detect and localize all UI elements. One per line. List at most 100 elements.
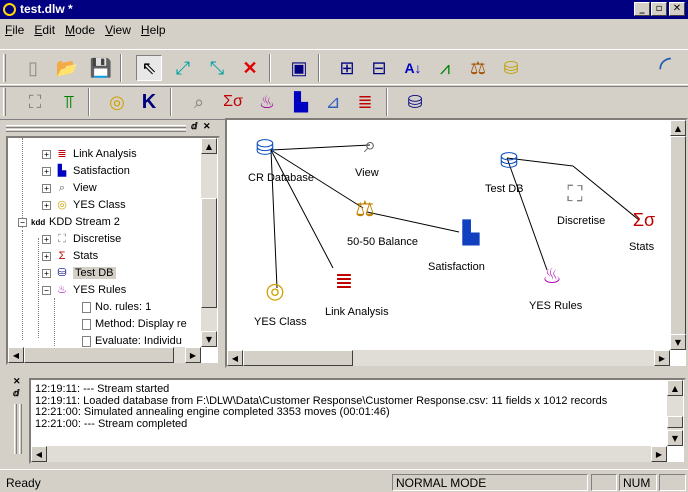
canvas-vscroll-thumb[interactable] xyxy=(670,136,686,336)
menu-edit[interactable]: Edit xyxy=(29,20,60,40)
minimize-button[interactable]: _ xyxy=(634,2,650,16)
delete-icon[interactable]: ✕ xyxy=(237,55,263,81)
log-text: 12:19:11: --- Stream started 12:19:11: L… xyxy=(35,384,655,430)
tree-vscrollbar[interactable]: ▲ ▼ xyxy=(201,138,217,347)
canvas-hscroll-thumb[interactable] xyxy=(243,350,353,366)
log-hscrollbar[interactable]: ◀ ▶ xyxy=(31,446,667,462)
scroll-up-button[interactable]: ▲ xyxy=(201,138,217,154)
tree-hscrollbar[interactable]: ◀ ▶ xyxy=(8,347,201,363)
node-label-stats: Stats xyxy=(629,241,655,253)
save-icon[interactable]: 💾 xyxy=(88,55,114,81)
menu-file[interactable]: File xyxy=(0,20,29,40)
log-scroll-right[interactable]: ▶ xyxy=(651,446,667,462)
tree-panel-header[interactable]: ⅆ ✕ xyxy=(4,121,220,134)
log-panel-controls: ✕ ⅆ xyxy=(11,376,25,406)
menu-view[interactable]: View xyxy=(100,20,136,40)
disconnect-icon[interactable]: ⤡ xyxy=(204,55,230,81)
copy-icon[interactable]: ▣ xyxy=(286,55,312,81)
columns-icon[interactable]: ⊟ xyxy=(366,55,392,81)
k-means-icon[interactable]: K xyxy=(136,89,162,115)
db-export-icon[interactable]: ⛁ xyxy=(498,55,524,81)
status-num: NUM xyxy=(619,474,657,491)
balance-node-icon[interactable]: ⚖ xyxy=(347,194,383,224)
panel-close-icon[interactable]: ✕ xyxy=(203,121,211,132)
node-label-view: View xyxy=(355,167,379,179)
status-panel-empty-2 xyxy=(659,474,686,491)
stats-node-icon[interactable]: Σσ xyxy=(627,204,661,236)
sort-icon[interactable]: A↓ xyxy=(400,55,426,81)
pin-icon[interactable]: ⅆ xyxy=(191,121,197,132)
tree-item-satisfaction[interactable]: + ▙ Satisfaction xyxy=(42,163,130,179)
yes-class-tool-icon[interactable]: ◎ xyxy=(104,89,130,115)
canvas-scroll-right[interactable]: ▶ xyxy=(654,350,670,366)
table-icon[interactable]: ⊞ xyxy=(334,55,360,81)
scroll-right-button[interactable]: ▶ xyxy=(185,347,201,363)
discretise-icon: ⛶ xyxy=(58,232,66,245)
yes-class-node-icon[interactable]: ◎ xyxy=(258,275,292,307)
scroll-left-button[interactable]: ◀ xyxy=(8,347,24,363)
kdd-stream-icon: kdd xyxy=(31,217,46,227)
canvas-scroll-down[interactable]: ▼ xyxy=(670,334,686,350)
connect-icon[interactable]: ⤢ xyxy=(170,55,196,81)
stream-canvas[interactable]: ⛁ CR Database ⌕ View ⚖ 50-50 Balance ▙ S… xyxy=(225,118,688,368)
link-analysis-tool-icon[interactable]: ≣ xyxy=(352,89,378,115)
tree-item-discretise[interactable]: + ⛶ Discretise xyxy=(42,231,121,247)
pointer-icon[interactable]: ⇖ xyxy=(136,55,162,81)
tree-item-stats[interactable]: + Σ Stats xyxy=(42,248,98,264)
title-bar[interactable]: test.dlw * _ ▫ ✕ xyxy=(0,0,688,19)
new-icon[interactable]: ▯ xyxy=(20,55,46,81)
discretise-tool-icon[interactable]: ⛶ xyxy=(22,89,48,115)
scroll-thumb[interactable] xyxy=(201,198,217,308)
satisfaction-node-icon[interactable]: ▙ xyxy=(454,218,488,248)
canvas-scroll-up[interactable]: ▲ xyxy=(670,120,686,136)
canvas-scroll-left[interactable]: ◀ xyxy=(227,350,243,366)
log-scroll-up[interactable]: ▲ xyxy=(667,380,683,396)
scatter-tool-icon[interactable]: ⊿ xyxy=(320,89,346,115)
canvas-hscrollbar[interactable]: ◀ ▶ xyxy=(227,350,670,366)
yes-rules-node-icon[interactable]: ♨ xyxy=(535,260,569,292)
log-view: 12:19:11: --- Stream started 12:19:11: L… xyxy=(29,378,686,464)
node-label-discretise: Discretise xyxy=(557,215,606,227)
toolbar-grip[interactable] xyxy=(3,54,6,82)
rules-tool-icon[interactable]: ♨ xyxy=(254,89,280,115)
tree-item-link-analysis[interactable]: + ≣ Link Analysis xyxy=(42,146,137,162)
tree-item-yes-class[interactable]: + ◎ YES Class xyxy=(42,197,126,213)
log-vscrollbar[interactable]: ▲ ▼ xyxy=(667,380,683,446)
canvas-vscrollbar[interactable]: ▲ ▼ xyxy=(670,120,686,350)
menu-mode[interactable]: Mode xyxy=(60,20,100,40)
tree-item-view[interactable]: + ⌕ View xyxy=(42,180,97,196)
log-pin-icon[interactable]: ⅆ xyxy=(13,388,19,399)
tree-item-no-rules[interactable]: No. rules: 1 xyxy=(82,299,151,315)
chart-icon[interactable]: ⩘ xyxy=(432,55,458,81)
database-tool-icon[interactable]: ⛁ xyxy=(402,89,428,115)
close-button[interactable]: ✕ xyxy=(669,2,685,16)
log-close-icon[interactable]: ✕ xyxy=(13,376,21,387)
scroll-down-button[interactable]: ▼ xyxy=(201,331,217,347)
log-scroll-thumb[interactable] xyxy=(667,416,683,428)
tree-item-kdd-stream-2[interactable]: − kdd KDD Stream 2 xyxy=(18,214,120,230)
doc-icon xyxy=(82,301,91,313)
status-panel-empty xyxy=(591,474,617,491)
menu-help[interactable]: Help xyxy=(136,20,171,40)
tree-item-test-db[interactable]: + ⛁ Test DB xyxy=(42,265,116,281)
stats-tool-icon[interactable]: Σσ xyxy=(220,89,246,115)
balance-icon[interactable]: ⚖ xyxy=(465,55,491,81)
hscroll-thumb[interactable] xyxy=(24,347,174,363)
maximize-button[interactable]: ▫ xyxy=(651,2,667,16)
open-folder-icon[interactable]: 📂 xyxy=(54,55,80,81)
tree-item-yes-rules[interactable]: − ♨ YES Rules xyxy=(42,282,126,298)
test-db-node-icon[interactable]: ⛁ xyxy=(491,145,527,177)
discretise-node-icon[interactable]: ⛶ xyxy=(557,178,593,210)
link-analysis-icon: ≣ xyxy=(57,147,67,160)
bar-chart-tool-icon[interactable]: ▙ xyxy=(288,89,314,115)
cr-database-icon[interactable]: ⛁ xyxy=(247,132,283,164)
tree-item-method[interactable]: Method: Display re xyxy=(82,316,187,332)
toolbar-grip-2[interactable] xyxy=(3,88,6,116)
link-analysis-node-icon[interactable]: ≣ xyxy=(327,265,361,297)
log-scroll-down[interactable]: ▼ xyxy=(667,430,683,446)
view-node-icon[interactable]: ⌕ xyxy=(355,130,385,160)
log-scroll-left[interactable]: ◀ xyxy=(31,446,47,462)
tree-tool-icon[interactable]: ⫪ xyxy=(56,89,82,115)
view-tool-icon[interactable]: ⌕ xyxy=(186,89,212,115)
view-icon: ⌕ xyxy=(58,181,66,194)
